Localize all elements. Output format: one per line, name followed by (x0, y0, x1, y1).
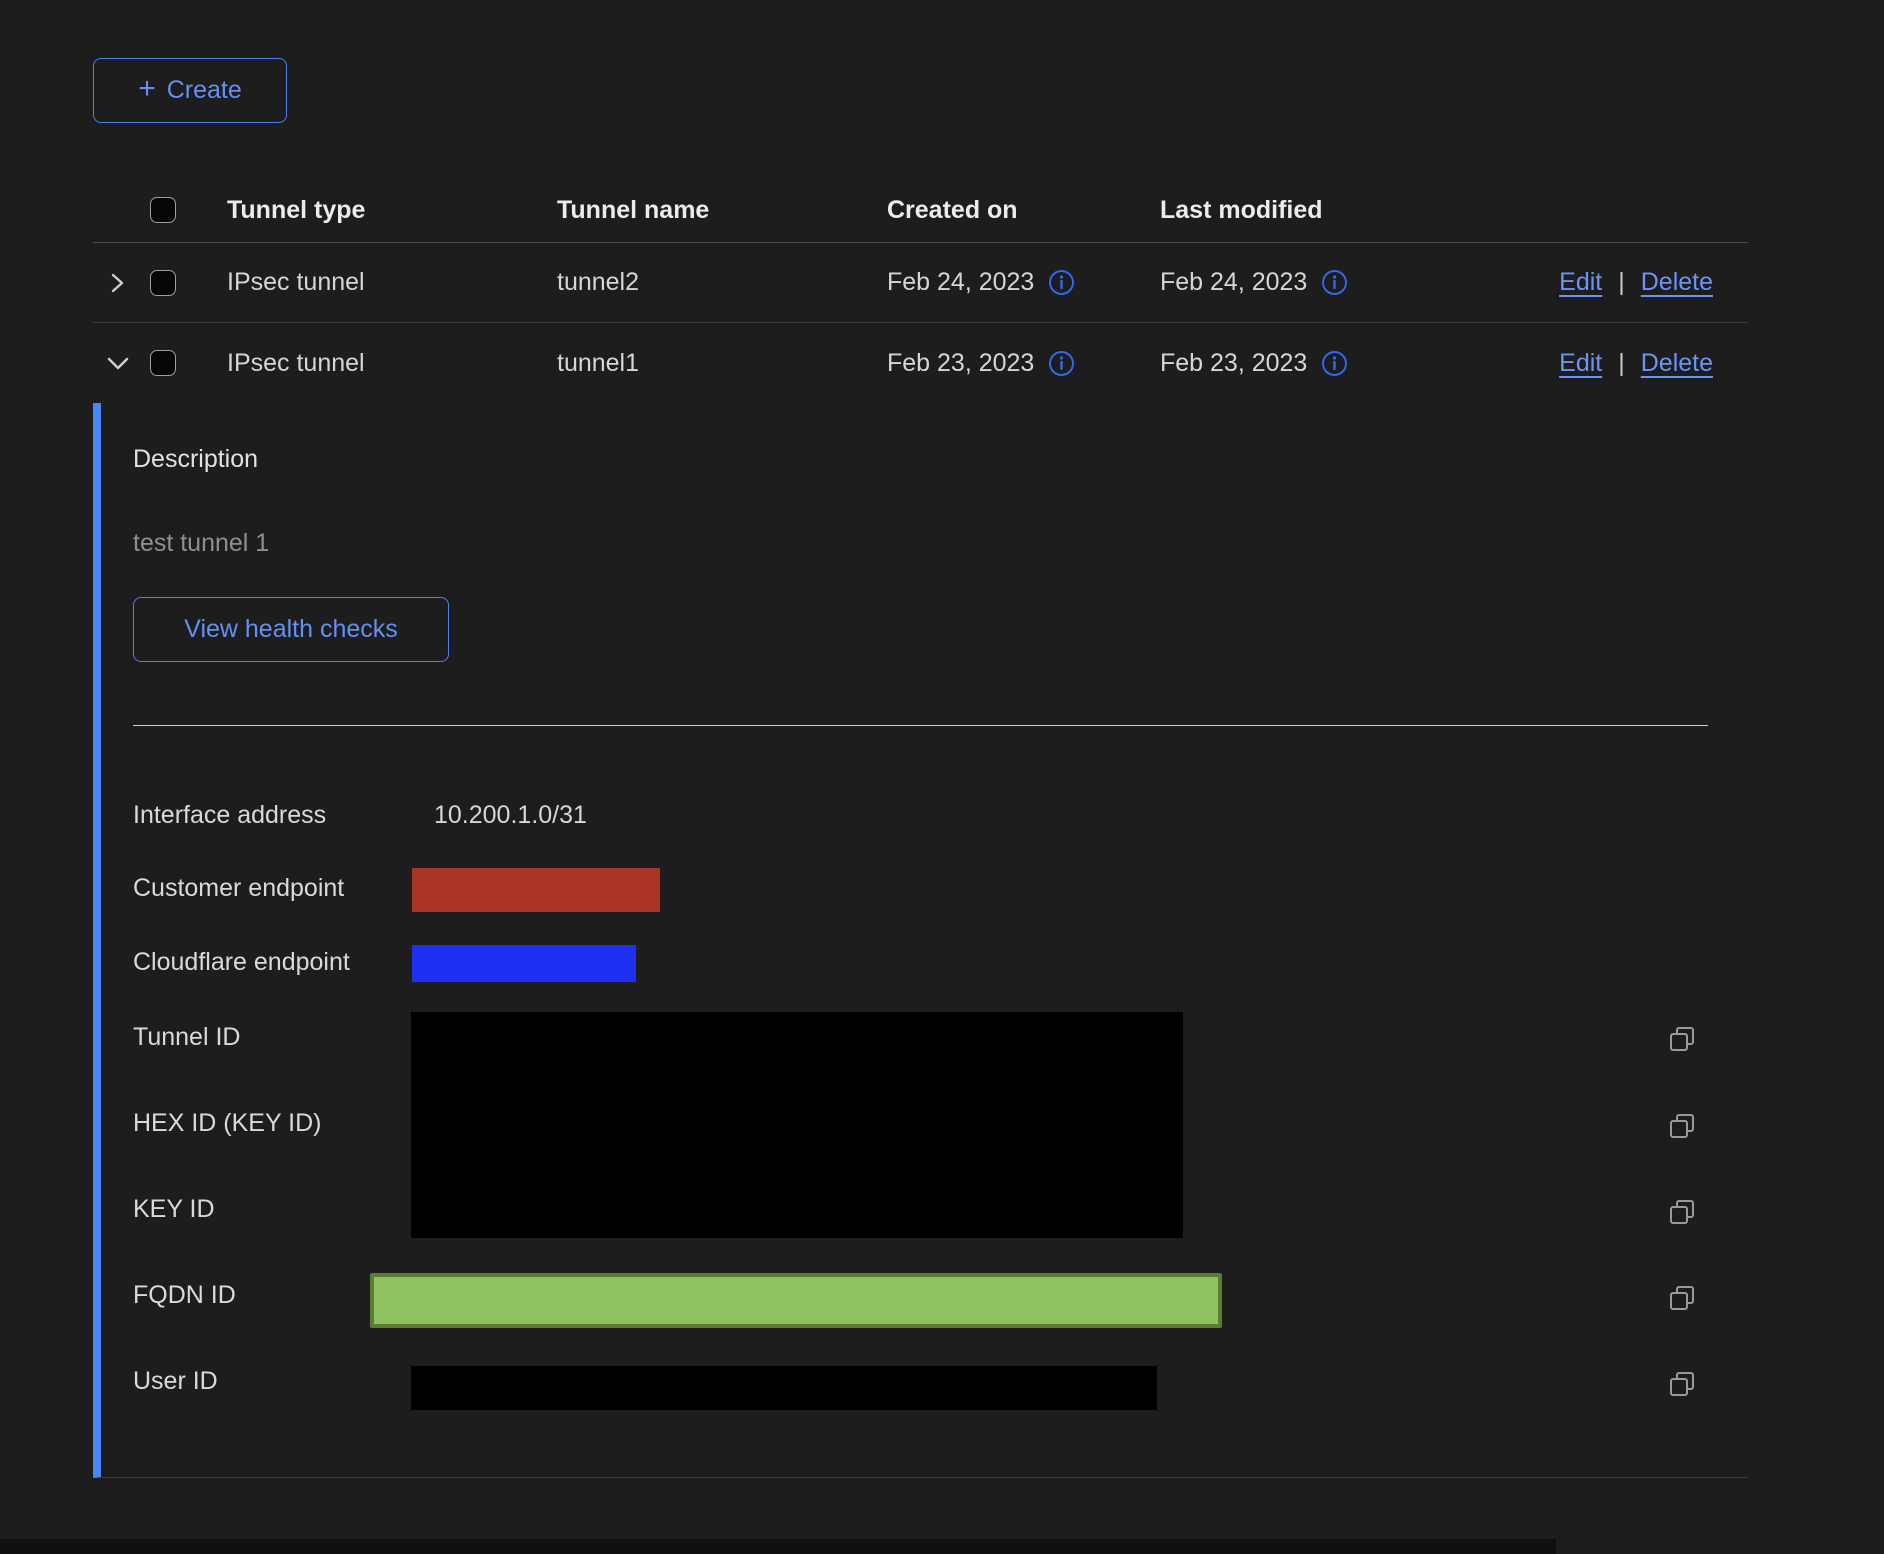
copy-key-id-button[interactable] (1667, 1197, 1697, 1227)
tunnel-id-label: Tunnel ID (133, 1023, 240, 1052)
copy-tunnel-id-button[interactable] (1667, 1024, 1697, 1054)
expand-row-button[interactable] (93, 271, 148, 295)
chevron-down-icon (105, 351, 131, 375)
last-modified-cell: Feb 23, 2023 (1160, 349, 1307, 378)
tunnel-name-cell: tunnel1 (546, 349, 876, 378)
info-icon[interactable] (1048, 269, 1075, 296)
select-all-checkbox[interactable] (150, 197, 176, 223)
copy-user-id-button[interactable] (1667, 1369, 1697, 1399)
fqdn-id-redaction (370, 1273, 1222, 1328)
table-header-row: Tunnel type Tunnel name Created on Last … (93, 178, 1748, 243)
window-bottom-edge (0, 1539, 1556, 1554)
actions-separator: | (1618, 268, 1625, 297)
interface-address-value: 10.200.1.0/31 (434, 801, 587, 830)
copy-icon (1667, 1197, 1697, 1227)
customer-endpoint-redaction (412, 868, 660, 912)
column-header-created-on: Created on (876, 196, 1149, 225)
copy-icon (1667, 1283, 1697, 1313)
last-modified-cell: Feb 24, 2023 (1160, 268, 1307, 297)
copy-icon (1667, 1024, 1697, 1054)
user-id-redaction (411, 1366, 1157, 1410)
tunnels-page: + Create Tunnel type Tunnel name Created… (0, 0, 1884, 1554)
tunnels-table: Tunnel type Tunnel name Created on Last … (93, 178, 1748, 403)
edit-link[interactable]: Edit (1559, 349, 1602, 378)
info-icon[interactable] (1321, 269, 1348, 296)
tunnel-id-hex-key-redaction (411, 1012, 1183, 1238)
table-row: IPsec tunnel tunnel2 Feb 24, 2023 Feb 24… (93, 243, 1748, 323)
tunnel-type-cell: IPsec tunnel (216, 349, 546, 378)
create-button[interactable]: + Create (93, 58, 287, 123)
create-button-label: Create (167, 76, 242, 105)
column-header-last-modified: Last modified (1149, 196, 1424, 225)
chevron-right-icon (105, 271, 129, 295)
actions-separator: | (1618, 349, 1625, 378)
key-id-label: KEY ID (133, 1195, 215, 1224)
table-row: IPsec tunnel tunnel1 Feb 23, 2023 Feb 23… (93, 323, 1748, 403)
row-checkbox[interactable] (150, 350, 176, 376)
interface-address-label: Interface address (133, 801, 326, 830)
description-value: test tunnel 1 (133, 529, 269, 558)
hex-id-label: HEX ID (KEY ID) (133, 1109, 321, 1138)
copy-fqdn-id-button[interactable] (1667, 1283, 1697, 1313)
delete-link[interactable]: Delete (1641, 349, 1713, 378)
copy-icon (1667, 1111, 1697, 1141)
delete-link[interactable]: Delete (1641, 268, 1713, 297)
edit-link[interactable]: Edit (1559, 268, 1602, 297)
customer-endpoint-label: Customer endpoint (133, 874, 344, 903)
copy-icon (1667, 1369, 1697, 1399)
section-divider (133, 725, 1708, 726)
column-header-tunnel-name: Tunnel name (546, 196, 876, 225)
created-on-cell: Feb 23, 2023 (887, 349, 1034, 378)
info-icon[interactable] (1048, 350, 1075, 377)
row-checkbox[interactable] (150, 270, 176, 296)
cloudflare-endpoint-redaction (412, 945, 636, 982)
description-label: Description (133, 445, 258, 474)
info-icon[interactable] (1321, 350, 1348, 377)
view-health-checks-button[interactable]: View health checks (133, 597, 449, 662)
fqdn-id-label: FQDN ID (133, 1281, 236, 1310)
column-header-tunnel-type: Tunnel type (216, 196, 546, 225)
tunnel-name-cell: tunnel2 (546, 268, 876, 297)
tunnel-type-cell: IPsec tunnel (216, 268, 546, 297)
copy-hex-id-button[interactable] (1667, 1111, 1697, 1141)
user-id-label: User ID (133, 1367, 218, 1396)
plus-icon: + (138, 74, 156, 104)
tunnel-detail-panel: Description test tunnel 1 View health ch… (93, 403, 1748, 1478)
cloudflare-endpoint-label: Cloudflare endpoint (133, 948, 350, 977)
view-health-checks-label: View health checks (184, 615, 398, 644)
created-on-cell: Feb 24, 2023 (887, 268, 1034, 297)
collapse-row-button[interactable] (93, 351, 148, 375)
